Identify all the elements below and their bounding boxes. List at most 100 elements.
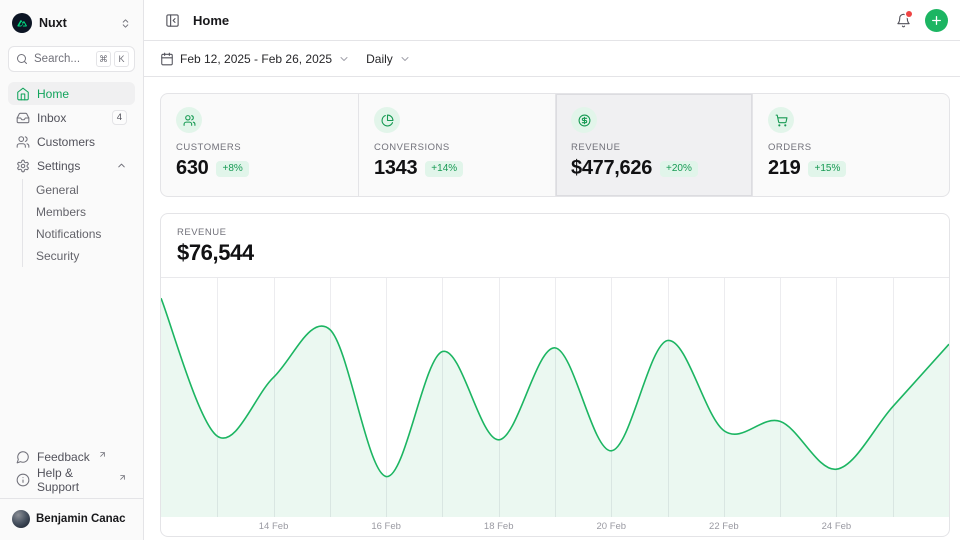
- page-title: Home: [193, 13, 229, 28]
- stat-tile-orders[interactable]: ORDERS 219 +15%: [752, 94, 949, 196]
- header-left: Home: [160, 8, 229, 32]
- submenu-item-label: Notifications: [36, 227, 101, 241]
- submenu-item-label: Security: [36, 249, 79, 263]
- sidebar-divider: [0, 498, 143, 499]
- home-icon: [16, 87, 30, 101]
- add-button[interactable]: [925, 9, 948, 32]
- stat-value: 1343: [374, 157, 417, 180]
- users-icon: [16, 135, 30, 149]
- stat-label: ORDERS: [768, 142, 934, 153]
- gear-icon: [16, 159, 30, 173]
- period-label: Daily: [366, 52, 393, 66]
- sidebar-item-members[interactable]: Members: [23, 201, 135, 223]
- sidebar: Nuxt Search... ⌘ K: [0, 0, 144, 540]
- external-link-arrow-icon: [118, 473, 127, 482]
- sidebar-item-customers[interactable]: Customers: [8, 130, 135, 153]
- inbox-icon: [16, 111, 30, 125]
- avatar: [12, 510, 30, 528]
- user-name: Benjamin Canac: [36, 513, 125, 525]
- search-kbd-group: ⌘ K: [96, 51, 129, 67]
- sidebar-item-label: Home: [37, 87, 69, 101]
- sidebar-item-home[interactable]: Home: [8, 82, 135, 105]
- chevrons-up-down-icon: [120, 18, 131, 29]
- inbox-count-badge: 4: [112, 110, 127, 125]
- main-area: Home Fe: [144, 0, 960, 540]
- info-icon: [16, 473, 30, 487]
- chart-pie-icon: [381, 114, 394, 127]
- sidebar-item-label: Help & Support: [37, 466, 110, 494]
- stat-label: REVENUE: [571, 142, 737, 153]
- stat-value: $477,626: [571, 157, 652, 180]
- stat-tile-revenue[interactable]: REVENUE $477,626 +20%: [555, 94, 752, 196]
- chart-metric-value: $76,544: [177, 240, 933, 266]
- users-icon: [183, 114, 196, 127]
- date-range-picker[interactable]: Feb 12, 2025 - Feb 26, 2025: [160, 52, 350, 66]
- sidebar-item-security[interactable]: Security: [23, 245, 135, 267]
- submenu-item-label: Members: [36, 205, 86, 219]
- stat-value: 630: [176, 157, 208, 180]
- user-menu-button[interactable]: Benjamin Canac: [8, 506, 135, 532]
- stat-delta-badge: +8%: [216, 161, 248, 177]
- x-axis-label: 14 Feb: [259, 521, 289, 532]
- sidebar-item-label: Inbox: [37, 111, 66, 125]
- sidebar-item-settings[interactable]: Settings: [8, 154, 135, 177]
- settings-submenu: General Members Notifications Security: [22, 179, 135, 267]
- stat-label: CUSTOMERS: [176, 142, 343, 153]
- kbd-k: K: [114, 51, 129, 67]
- header: Home: [144, 0, 960, 41]
- sidebar-item-label: Settings: [37, 159, 80, 173]
- stat-icon-wrap: [176, 107, 202, 133]
- sidebar-item-notifications[interactable]: Notifications: [23, 223, 135, 245]
- sidebar-top: Nuxt Search... ⌘ K: [8, 8, 135, 267]
- x-axis-label: 22 Feb: [709, 521, 739, 532]
- chart-metric-label: REVENUE: [177, 227, 933, 238]
- chevron-down-icon: [338, 53, 350, 65]
- stat-delta-badge: +15%: [808, 161, 846, 177]
- kbd-cmd: ⌘: [96, 51, 111, 67]
- notifications-button[interactable]: [891, 8, 915, 32]
- search-placeholder: Search...: [34, 53, 80, 65]
- stat-icon-wrap: [374, 107, 400, 133]
- revenue-chart-plot[interactable]: 14 Feb 16 Feb 18 Feb 20 Feb 22 Feb 24 Feb: [161, 278, 949, 536]
- circle-dollar-icon: [578, 114, 591, 127]
- x-axis-labels: 14 Feb 16 Feb 18 Feb 20 Feb 22 Feb 24 Feb: [161, 517, 949, 536]
- message-circle-icon: [16, 450, 30, 464]
- submenu-item-label: General: [36, 183, 79, 197]
- sidebar-item-general[interactable]: General: [23, 179, 135, 201]
- stat-tile-conversions[interactable]: CONVERSIONS 1343 +14%: [358, 94, 555, 196]
- sidebar-nav: Home Inbox 4 Customers: [8, 82, 135, 267]
- calendar-icon: [160, 52, 174, 66]
- x-axis-label: 24 Feb: [822, 521, 852, 532]
- revenue-chart-svg: [161, 278, 949, 517]
- sidebar-item-help-support[interactable]: Help & Support: [8, 468, 135, 491]
- chevron-down-icon: [399, 53, 411, 65]
- search-icon: [16, 53, 28, 65]
- cart-icon: [775, 114, 788, 127]
- content: CUSTOMERS 630 +8% CONVERSIONS 1343: [144, 77, 960, 540]
- nuxt-logo: [12, 13, 32, 33]
- stat-tile-customers[interactable]: CUSTOMERS 630 +8%: [161, 94, 358, 196]
- stat-delta-badge: +20%: [660, 161, 698, 177]
- notification-dot: [906, 11, 912, 17]
- sidebar-item-inbox[interactable]: Inbox 4: [8, 106, 135, 129]
- revenue-chart-card: REVENUE $76,544 14 Feb 16 Feb 18 Feb 20 Feb…: [160, 213, 950, 537]
- sidebar-collapse-button[interactable]: [160, 8, 184, 32]
- stat-value: 219: [768, 157, 800, 180]
- search-input[interactable]: Search... ⌘ K: [8, 46, 135, 72]
- chart-header: REVENUE $76,544: [161, 214, 949, 278]
- toolbar: Feb 12, 2025 - Feb 26, 2025 Daily: [144, 41, 960, 77]
- plus-icon: [930, 14, 943, 27]
- app-window: Nuxt Search... ⌘ K: [0, 0, 960, 540]
- x-axis-label: 18 Feb: [484, 521, 514, 532]
- panel-left-close-icon: [165, 13, 180, 28]
- team-picker-button[interactable]: Nuxt: [8, 8, 135, 38]
- x-axis-label: 20 Feb: [596, 521, 626, 532]
- x-axis-label: 16 Feb: [371, 521, 401, 532]
- sidebar-item-label: Customers: [37, 135, 95, 149]
- stat-icon-wrap: [571, 107, 597, 133]
- stat-icon-wrap: [768, 107, 794, 133]
- period-select[interactable]: Daily: [366, 52, 411, 66]
- team-name: Nuxt: [39, 16, 67, 30]
- sidebar-bottom: Feedback Help & Support Benjamin Canac: [8, 445, 135, 532]
- external-link-arrow-icon: [98, 450, 107, 459]
